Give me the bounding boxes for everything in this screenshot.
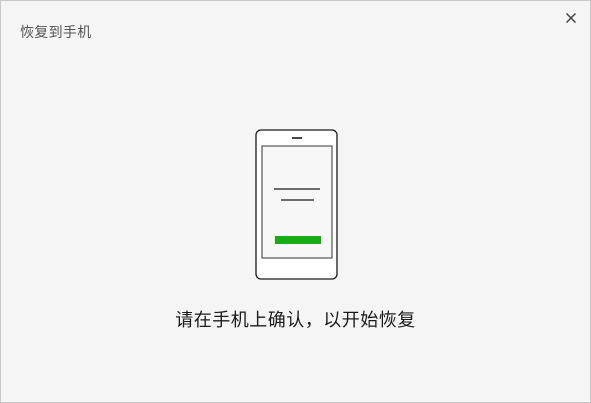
dialog-title: 恢复到手机 [20, 25, 92, 41]
phone-confirm-icon [255, 129, 339, 281]
close-button[interactable] [560, 7, 582, 29]
confirm-message: 请在手机上确认，以开始恢复 [175, 310, 416, 331]
close-icon [565, 12, 577, 24]
restore-dialog: 恢复到手机 请在手机上确认，以开始恢复 [0, 0, 591, 403]
